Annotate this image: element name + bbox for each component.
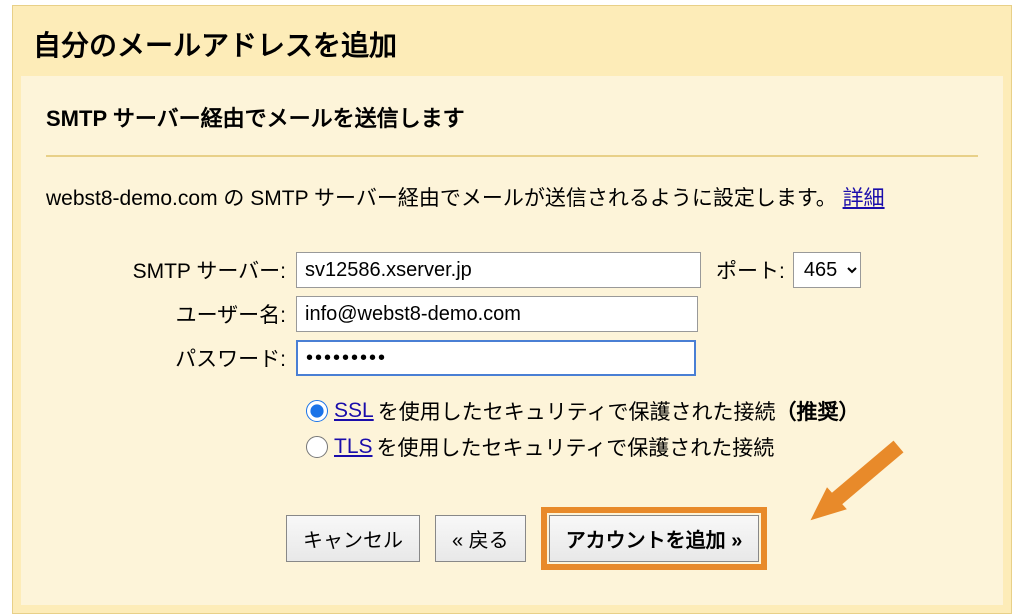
- tls-text: を使用したセキュリティで保護された接続: [377, 432, 775, 462]
- ssl-recommended: （推奨）: [775, 396, 859, 426]
- ssl-radio-row: SSL を使用したセキュリティで保護された接続 （推奨）: [306, 396, 978, 426]
- add-button-highlight: アカウントを追加 »: [541, 507, 768, 570]
- smtp-label: SMTP サーバー:: [46, 255, 296, 285]
- ssl-link[interactable]: SSL: [334, 399, 374, 423]
- description-prefix: webst8-demo.com の SMTP サーバー経由でメールが送信されるよ…: [46, 187, 837, 210]
- password-input[interactable]: [296, 340, 696, 376]
- username-label: ユーザー名:: [46, 299, 296, 329]
- section-title: SMTP サーバー経由でメールを送信します: [46, 101, 978, 133]
- cancel-button[interactable]: キャンセル: [286, 515, 420, 562]
- arrow-icon: [805, 430, 915, 540]
- detail-link[interactable]: 詳細: [843, 187, 885, 210]
- smtp-row: SMTP サーバー: ポート: 465: [46, 252, 978, 288]
- port-label: ポート:: [716, 255, 785, 285]
- tls-link[interactable]: TLS: [334, 435, 373, 459]
- ssl-text: を使用したセキュリティで保護された接続: [378, 396, 776, 426]
- port-select[interactable]: 465: [793, 252, 861, 288]
- add-account-button[interactable]: アカウントを追加 »: [549, 515, 760, 562]
- password-row: パスワード:: [46, 340, 978, 376]
- ssl-radio[interactable]: [306, 400, 328, 422]
- username-input[interactable]: [296, 296, 698, 332]
- username-row: ユーザー名:: [46, 296, 978, 332]
- smtp-input[interactable]: [296, 252, 701, 288]
- divider: [46, 155, 978, 157]
- back-button[interactable]: « 戻る: [435, 515, 526, 562]
- password-label: パスワード:: [46, 343, 296, 373]
- description-text: webst8-demo.com の SMTP サーバー経由でメールが送信されるよ…: [46, 182, 978, 212]
- dialog-title: 自分のメールアドレスを追加: [33, 24, 991, 64]
- dialog-header: 自分のメールアドレスを追加: [13, 6, 1011, 76]
- tls-radio[interactable]: [306, 436, 328, 458]
